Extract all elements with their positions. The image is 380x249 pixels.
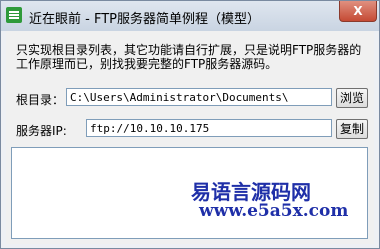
root-dir-input[interactable]: C:\Users\Administrator\Documents\ xyxy=(66,88,332,106)
log-textarea[interactable] xyxy=(11,147,368,239)
copy-button[interactable]: 复制 xyxy=(336,119,368,139)
description-text: 只实现根目录列表，其它功能请自行扩展，只是说明FTP服务器的工作原理而已，别找我… xyxy=(16,43,362,71)
title-bar[interactable]: 近在眼前 - FTP服务器简单例程（模型） X xyxy=(1,1,379,31)
server-ip-input[interactable]: ftp://10.10.10.175 xyxy=(86,119,332,137)
close-button[interactable]: X xyxy=(339,1,377,22)
app-logo-icon[interactable] xyxy=(6,7,22,23)
window-title: 近在眼前 - FTP服务器简单例程（模型） xyxy=(29,12,260,27)
root-dir-label: 根目录： xyxy=(16,93,65,107)
app-window: 近在眼前 - FTP服务器简单例程（模型） X 只实现根目录列表，其它功能请自行… xyxy=(0,0,380,249)
browse-button[interactable]: 浏览 xyxy=(336,88,368,108)
watermark-url: www.e5a5x.com xyxy=(199,201,349,221)
server-ip-label: 服务器IP: xyxy=(16,124,67,138)
